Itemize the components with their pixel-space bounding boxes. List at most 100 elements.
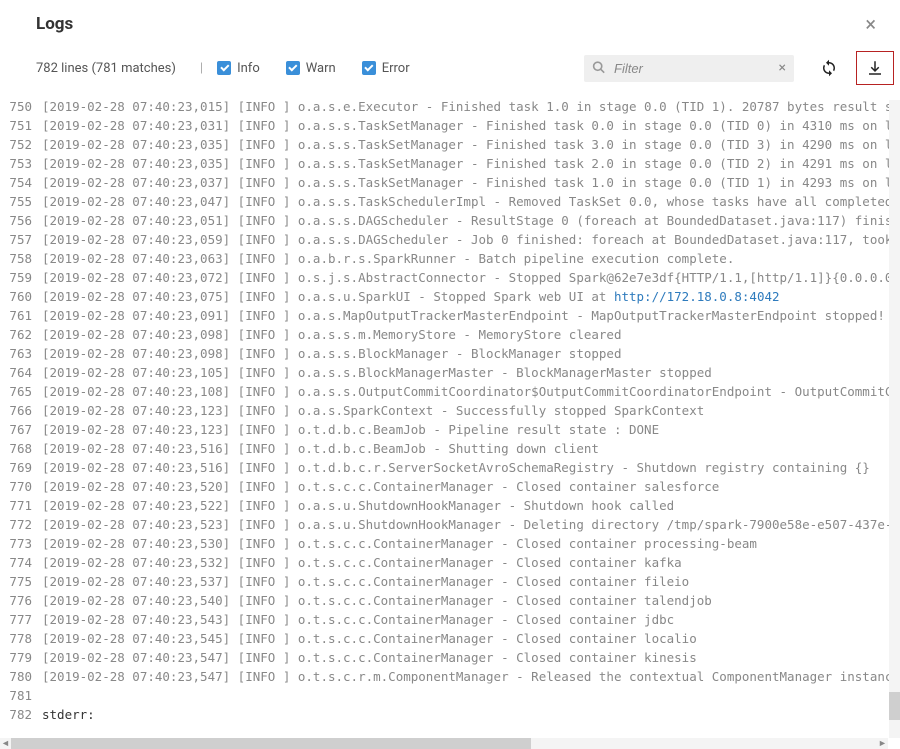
log-line: 771[2019-02-28 07:40:23,522] [INFO ] o.a… (0, 496, 900, 515)
line-number: 776 (0, 591, 40, 610)
log-text: [2019-02-28 07:40:23,098] [INFO ] o.a.s.… (40, 344, 621, 363)
log-line: 778[2019-02-28 07:40:23,545] [INFO ] o.t… (0, 629, 900, 648)
line-number: 778 (0, 629, 40, 648)
line-number: 756 (0, 211, 40, 230)
clear-icon[interactable]: × (779, 60, 786, 76)
log-line: 763[2019-02-28 07:40:23,098] [INFO ] o.a… (0, 344, 900, 363)
line-number: 774 (0, 553, 40, 572)
log-line: 752[2019-02-28 07:40:23,035] [INFO ] o.a… (0, 135, 900, 154)
log-text: [2019-02-28 07:40:23,063] [INFO ] o.a.b.… (40, 249, 734, 268)
log-line: 769[2019-02-28 07:40:23,516] [INFO ] o.t… (0, 458, 900, 477)
search-icon (592, 59, 605, 78)
log-text: [2019-02-28 07:40:23,015] [INFO ] o.a.s.… (40, 97, 900, 116)
log-text: [2019-02-28 07:40:23,098] [INFO ] o.a.s.… (40, 325, 621, 344)
log-text: [2019-02-28 07:40:23,051] [INFO ] o.a.s.… (40, 211, 900, 230)
log-line: 761[2019-02-28 07:40:23,091] [INFO ] o.a… (0, 306, 900, 325)
log-line: 755[2019-02-28 07:40:23,047] [INFO ] o.a… (0, 192, 900, 211)
scrollbar-thumb[interactable] (889, 692, 900, 720)
scrollbar-horizontal[interactable]: ◄ ► (0, 738, 888, 749)
line-number: 750 (0, 97, 40, 116)
refresh-button[interactable] (810, 51, 848, 85)
line-number: 771 (0, 496, 40, 515)
line-number: 760 (0, 287, 40, 306)
log-text: [2019-02-28 07:40:23,091] [INFO ] o.a.s.… (40, 306, 885, 325)
log-line: 754[2019-02-28 07:40:23,037] [INFO ] o.a… (0, 173, 900, 192)
log-text: [2019-02-28 07:40:23,123] [INFO ] o.a.s.… (40, 401, 704, 420)
line-number: 757 (0, 230, 40, 249)
log-text: [2019-02-28 07:40:23,035] [INFO ] o.a.s.… (40, 135, 900, 154)
line-number: 767 (0, 420, 40, 439)
log-line: 751[2019-02-28 07:40:23,031] [INFO ] o.a… (0, 116, 900, 135)
log-text: [2019-02-28 07:40:23,540] [INFO ] o.t.s.… (40, 591, 712, 610)
log-line: 774[2019-02-28 07:40:23,532] [INFO ] o.t… (0, 553, 900, 572)
log-text: [2019-02-28 07:40:23,075] [INFO ] o.a.s.… (40, 287, 780, 306)
scroll-left-icon[interactable]: ◄ (0, 738, 11, 749)
log-text: [2019-02-28 07:40:23,123] [INFO ] o.t.d.… (40, 420, 659, 439)
log-line: 779[2019-02-28 07:40:23,547] [INFO ] o.t… (0, 648, 900, 667)
log-line: 781 (0, 686, 900, 705)
close-icon[interactable]: × (859, 14, 882, 34)
log-text: [2019-02-28 07:40:23,047] [INFO ] o.a.s.… (40, 192, 900, 211)
log-line: 777[2019-02-28 07:40:23,543] [INFO ] o.t… (0, 610, 900, 629)
line-number: 770 (0, 477, 40, 496)
scrollbar-thumb[interactable] (11, 738, 531, 749)
log-text: [2019-02-28 07:40:23,547] [INFO ] o.t.s.… (40, 648, 697, 667)
log-text: [2019-02-28 07:40:23,516] [INFO ] o.t.d.… (40, 439, 599, 458)
filter-label: Warn (306, 61, 336, 76)
line-number: 768 (0, 439, 40, 458)
log-line: 760[2019-02-28 07:40:23,075] [INFO ] o.a… (0, 287, 900, 306)
log-text: [2019-02-28 07:40:23,108] [INFO ] o.a.s.… (40, 382, 900, 401)
lines-count: 782 lines (781 matches) (36, 61, 176, 76)
checkbox-icon (217, 61, 231, 75)
log-line: 770[2019-02-28 07:40:23,520] [INFO ] o.t… (0, 477, 900, 496)
log-line: 759[2019-02-28 07:40:23,072] [INFO ] o.s… (0, 268, 900, 287)
checkbox-icon (362, 61, 376, 75)
line-number: 753 (0, 154, 40, 173)
line-number: 758 (0, 249, 40, 268)
line-number: 764 (0, 363, 40, 382)
checkbox-icon (286, 61, 300, 75)
scrollbar-vertical[interactable] (889, 100, 900, 738)
log-line: 765[2019-02-28 07:40:23,108] [INFO ] o.a… (0, 382, 900, 401)
log-text: [2019-02-28 07:40:23,523] [INFO ] o.a.s.… (40, 515, 900, 534)
log-text: [2019-02-28 07:40:23,037] [INFO ] o.a.s.… (40, 173, 900, 192)
search-wrap: × (584, 55, 794, 82)
log-text: [2019-02-28 07:40:23,031] [INFO ] o.a.s.… (40, 116, 900, 135)
filter-info-checkbox[interactable]: Info (217, 61, 260, 76)
log-text: [2019-02-28 07:40:23,516] [INFO ] o.t.d.… (40, 458, 870, 477)
log-line: 782stderr: (0, 705, 900, 724)
scrollbar-track[interactable] (11, 738, 877, 749)
log-line: 758[2019-02-28 07:40:23,063] [INFO ] o.a… (0, 249, 900, 268)
filter-warn-checkbox[interactable]: Warn (286, 61, 336, 76)
line-number: 761 (0, 306, 40, 325)
line-number: 754 (0, 173, 40, 192)
log-line: 767[2019-02-28 07:40:23,123] [INFO ] o.t… (0, 420, 900, 439)
line-number: 752 (0, 135, 40, 154)
log-line: 764[2019-02-28 07:40:23,105] [INFO ] o.a… (0, 363, 900, 382)
line-number: 773 (0, 534, 40, 553)
filter-input[interactable] (584, 55, 794, 82)
line-number: 766 (0, 401, 40, 420)
log-text: [2019-02-28 07:40:23,543] [INFO ] o.t.s.… (40, 610, 674, 629)
download-button[interactable] (856, 51, 894, 85)
toolbar: 782 lines (781 matches) | Info Warn Erro… (0, 45, 900, 97)
log-line: 780[2019-02-28 07:40:23,547] [INFO ] o.t… (0, 667, 900, 686)
line-number: 763 (0, 344, 40, 363)
log-link[interactable]: http://172.18.0.8:4042 (614, 289, 780, 304)
log-line: 757[2019-02-28 07:40:23,059] [INFO ] o.a… (0, 230, 900, 249)
log-line: 772[2019-02-28 07:40:23,523] [INFO ] o.a… (0, 515, 900, 534)
divider: | (200, 61, 203, 76)
filter-error-checkbox[interactable]: Error (362, 61, 410, 76)
log-text: [2019-02-28 07:40:23,547] [INFO ] o.t.s.… (40, 667, 900, 686)
log-text: stderr: (40, 705, 95, 724)
log-text: [2019-02-28 07:40:23,520] [INFO ] o.t.s.… (40, 477, 719, 496)
line-number: 772 (0, 515, 40, 534)
line-number: 782 (0, 705, 40, 724)
log-line: 753[2019-02-28 07:40:23,035] [INFO ] o.a… (0, 154, 900, 173)
line-number: 765 (0, 382, 40, 401)
log-line: 776[2019-02-28 07:40:23,540] [INFO ] o.t… (0, 591, 900, 610)
line-number: 777 (0, 610, 40, 629)
log-viewport[interactable]: 750[2019-02-28 07:40:23,015] [INFO ] o.a… (0, 97, 900, 736)
scroll-right-icon[interactable]: ► (877, 738, 888, 749)
log-text: [2019-02-28 07:40:23,545] [INFO ] o.t.s.… (40, 629, 697, 648)
